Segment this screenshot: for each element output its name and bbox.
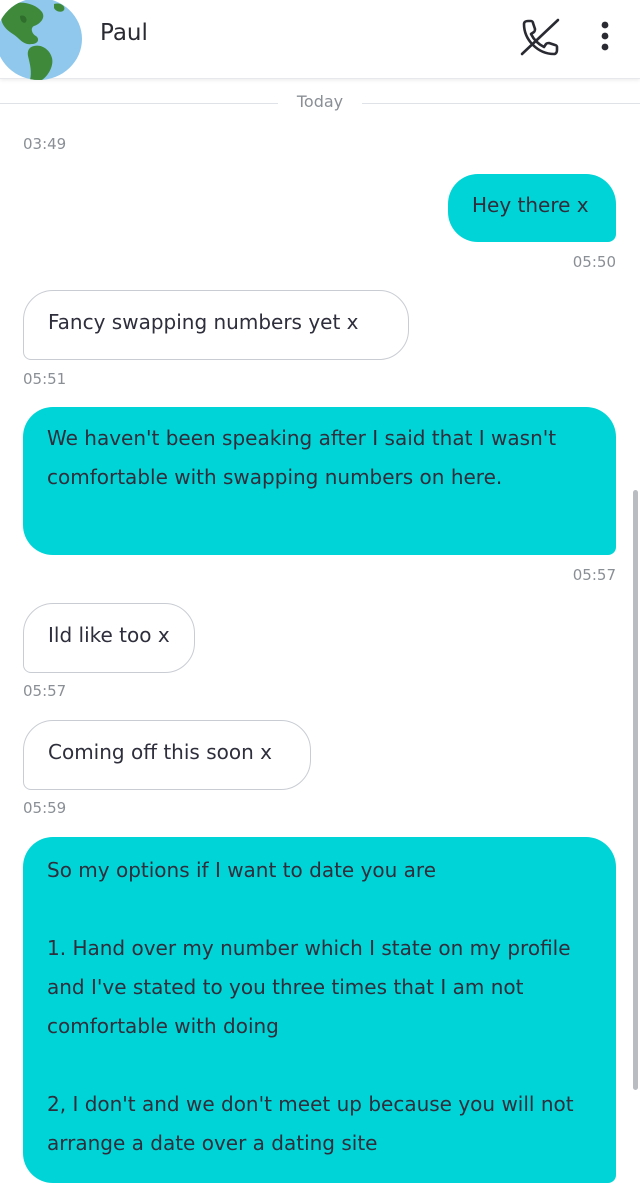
message-timestamp: 05:51 [23,370,67,388]
chat-header: Paul [0,0,640,80]
date-divider-label: Today [296,92,344,111]
message-timestamp: 05:57 [572,566,616,584]
avatar[interactable] [0,0,82,80]
outgoing-message[interactable]: So my options if I want to date you are … [23,837,616,1183]
call-button[interactable] [516,16,562,58]
more-options-button[interactable] [590,16,620,56]
contact-name[interactable]: Paul [100,20,148,46]
more-vertical-icon [601,21,609,51]
scrollbar[interactable] [633,490,638,1090]
message-timestamp: 05:50 [572,253,616,271]
message-timestamp: 05:59 [23,799,67,817]
phone-off-icon [520,18,560,56]
outgoing-message[interactable]: We haven't been speaking after I said th… [23,407,616,555]
divider-line [362,103,640,104]
incoming-message[interactable]: Coming off this soon x [23,720,311,790]
outgoing-message[interactable]: Hey there x [448,174,616,242]
message-timestamp: 05:57 [23,682,67,700]
message-timestamp: 03:49 [23,135,67,153]
date-divider: Today [0,92,640,116]
incoming-message[interactable]: Fancy swapping numbers yet x [23,290,409,360]
incoming-message[interactable]: Ild like too x [23,603,195,673]
divider-line [0,103,278,104]
globe-image [0,0,82,80]
